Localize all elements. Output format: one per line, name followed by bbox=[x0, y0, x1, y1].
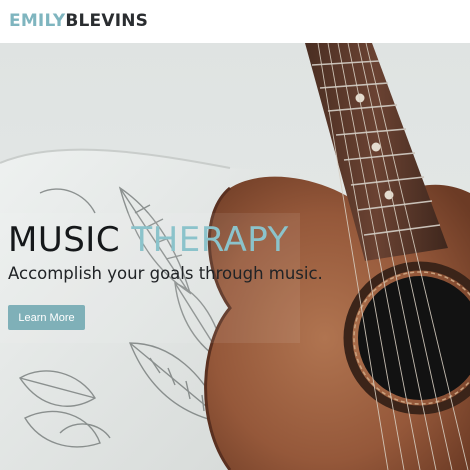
hero-title: MUSIC THERAPY bbox=[8, 223, 289, 257]
hero-section: MUSIC THERAPY Accomplish your goals thro… bbox=[0, 43, 470, 470]
learn-more-button[interactable]: Learn More bbox=[8, 305, 85, 330]
site-header: EMILYBLEVINS bbox=[0, 0, 470, 43]
hero-title-word-music: MUSIC bbox=[8, 220, 121, 260]
logo-last-name: BLEVINS bbox=[65, 11, 149, 31]
hero-title-word-therapy: THERAPY bbox=[131, 220, 289, 260]
hero-subtitle: Accomplish your goals through music. bbox=[8, 264, 323, 283]
site-logo[interactable]: EMILYBLEVINS bbox=[9, 13, 148, 30]
logo-first-name: EMILY bbox=[9, 11, 66, 31]
